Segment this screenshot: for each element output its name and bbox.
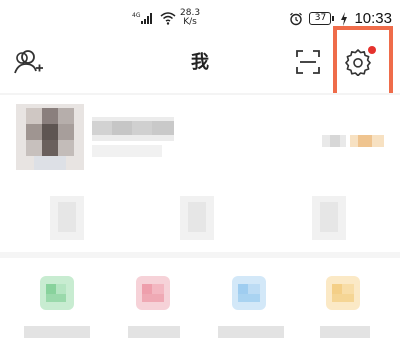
stat-item-3[interactable] bbox=[312, 196, 346, 240]
username-blurred bbox=[92, 117, 174, 141]
grid-item-yellow[interactable] bbox=[312, 274, 378, 342]
svg-text:4G: 4G bbox=[132, 12, 141, 19]
scan-icon bbox=[296, 50, 320, 74]
battery-tip bbox=[332, 16, 335, 21]
profile-card[interactable] bbox=[0, 95, 400, 187]
battery-indicator: 37 bbox=[309, 12, 335, 25]
status-bar-right: 37 10:33 bbox=[289, 10, 392, 27]
user-id-blurred bbox=[92, 145, 162, 157]
scan-button[interactable] bbox=[290, 44, 326, 80]
network-speed-unit: K/s bbox=[183, 17, 197, 27]
section-divider-2 bbox=[0, 252, 400, 258]
badge-blurred[interactable] bbox=[322, 133, 384, 149]
stat-item-2[interactable] bbox=[180, 196, 214, 240]
grid-item-green[interactable] bbox=[24, 274, 90, 342]
notification-dot bbox=[368, 46, 376, 54]
network-speed: 28.3 K/s bbox=[180, 9, 200, 27]
grid-item-blue[interactable] bbox=[218, 274, 284, 342]
grid-item-pink[interactable] bbox=[122, 274, 188, 342]
stat-item-1[interactable] bbox=[50, 196, 84, 240]
status-time: 10:33 bbox=[354, 10, 392, 27]
avatar[interactable] bbox=[16, 104, 84, 170]
status-bar-network: 4G 28.3 K/s bbox=[132, 9, 200, 27]
alarm-icon bbox=[290, 12, 303, 25]
charging-icon bbox=[341, 11, 348, 26]
function-grid bbox=[0, 264, 400, 341]
wifi-icon bbox=[160, 11, 176, 25]
settings-button[interactable] bbox=[340, 44, 376, 80]
status-bar: 4G 28.3 K/s 37 10:33 bbox=[0, 0, 400, 36]
stats-row bbox=[0, 188, 400, 250]
battery-level: 37 bbox=[309, 12, 332, 25]
signal-4g-icon: 4G bbox=[132, 12, 152, 24]
header: 我 bbox=[0, 36, 400, 88]
